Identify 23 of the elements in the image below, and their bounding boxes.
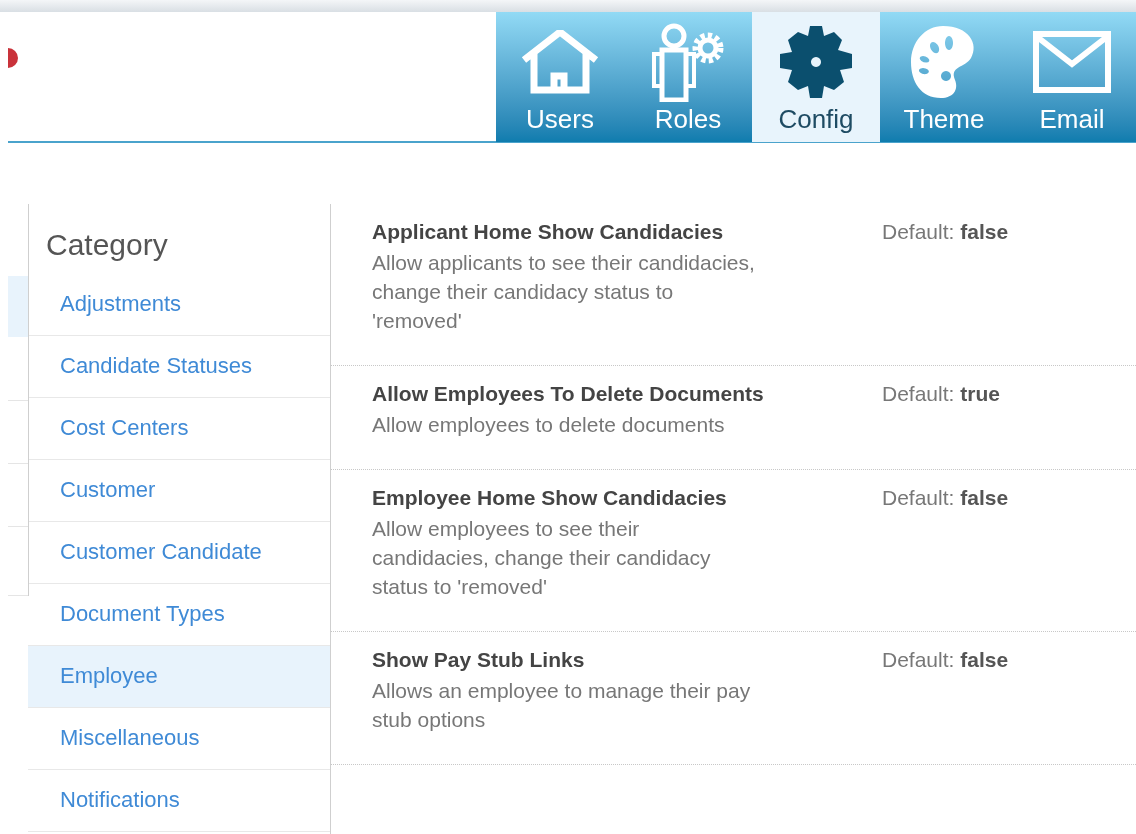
setting-description: Allow employees to see their candidacies, change their candidacy status to 'removed': [372, 516, 712, 600]
nav-tab[interactable]: Config: [752, 12, 880, 142]
default-value: Default: false: [882, 647, 1009, 673]
envelope-icon: [1032, 30, 1112, 94]
setting-description: Allows an employee to manage their pay stub options: [372, 678, 752, 733]
setting-name: Employee Home Show Candidacies: [372, 485, 728, 511]
default-value: Default: false: [882, 219, 1009, 245]
gear-icon: [778, 24, 854, 100]
setting-description: Allow applicants to see their candidacies, change their candidacy status to 'removed': [372, 250, 756, 334]
house-icon: [520, 30, 600, 94]
setting-name: Show Pay Stub Links: [372, 647, 586, 673]
nav-tab[interactable]: Roles: [624, 12, 752, 142]
nav-tab[interactable]: Theme: [880, 12, 1008, 142]
category-link[interactable]: Employee: [28, 646, 330, 708]
setting-name: Applicant Home Show Candidacies: [372, 219, 725, 245]
setting-description: Allow employees to delete documents: [372, 412, 726, 438]
logo-fragment: [8, 48, 18, 68]
nav-tab[interactable]: Users: [496, 12, 624, 142]
default-value: Default: false: [882, 485, 1009, 511]
nav-tab[interactable]: Email: [1008, 12, 1136, 142]
default-value: Default: true: [882, 381, 1000, 407]
setting-name: Allow Employees To Delete Documents: [372, 381, 765, 407]
sidebar-heading: Category: [45, 227, 169, 263]
